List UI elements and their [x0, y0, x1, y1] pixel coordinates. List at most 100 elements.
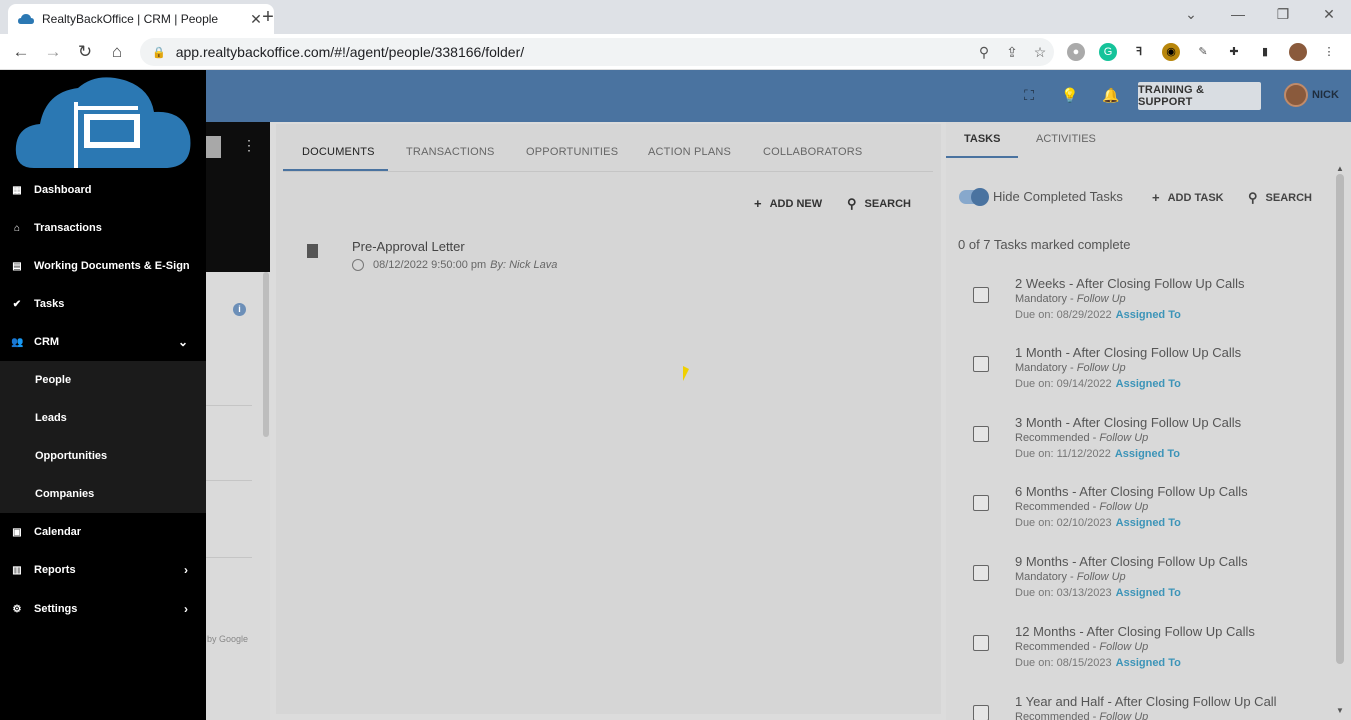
sidebar-item-tasks[interactable]: ✔ Tasks	[0, 285, 206, 323]
tab-transactions[interactable]: TRANSACTIONS	[406, 146, 495, 158]
task-item: 1 Year and Half - After Closing Follow U…	[946, 694, 1336, 720]
sidebar-item-label: Calendar	[34, 526, 82, 538]
more-options-icon[interactable]: ⋮	[242, 137, 256, 154]
app-header: ⛶ 💡 🔔 TRAINING & SUPPORT NICK	[206, 70, 1351, 122]
extension-shield-icon[interactable]: ●	[1067, 43, 1085, 61]
task-due: Due on: 09/14/2022 Assigned To	[1015, 378, 1181, 390]
assigned-to-link[interactable]: Assigned To	[1116, 517, 1181, 529]
side-panel-icon[interactable]: ▮	[1256, 43, 1274, 61]
profile-avatar-icon[interactable]	[1289, 43, 1307, 61]
active-tab-indicator	[283, 169, 388, 171]
add-task-button[interactable]: + ADD TASK	[1152, 190, 1224, 205]
user-avatar[interactable]	[1284, 83, 1308, 107]
reload-icon[interactable]: ↻	[74, 41, 96, 63]
gear-icon: ⚙	[12, 603, 22, 615]
scrollbar[interactable]	[263, 272, 269, 437]
share-icon[interactable]: ⇪	[998, 44, 1026, 61]
lightbulb-icon[interactable]: 💡	[1061, 87, 1079, 104]
url-text[interactable]: app.realtybackoffice.com/#!/agent/people…	[176, 44, 970, 60]
document-title[interactable]: Pre-Approval Letter	[352, 239, 465, 254]
sidebar-item-settings[interactable]: ⚙ Settings ›	[0, 590, 206, 628]
search-button[interactable]: ⚲ SEARCH	[847, 196, 911, 212]
task-checkbox[interactable]	[973, 635, 989, 651]
task-checkbox[interactable]	[973, 565, 989, 581]
sidebar-item-working-documents[interactable]: ▤ Working Documents & E-Sign	[0, 247, 206, 285]
assigned-to-link[interactable]: Assigned To	[1116, 378, 1181, 390]
search-label: SEARCH	[1265, 192, 1312, 204]
sidebar-item-reports[interactable]: ▥ Reports ›	[0, 551, 206, 589]
submenu-item-opportunities[interactable]: Opportunities	[35, 450, 107, 462]
assigned-to-link[interactable]: Assigned To	[1116, 657, 1181, 669]
new-tab-icon[interactable]: +	[258, 6, 278, 29]
extension-f-icon[interactable]: ꟻ	[1130, 43, 1148, 61]
task-item: 2 Weeks - After Closing Follow Up Calls …	[946, 276, 1336, 336]
task-title[interactable]: 3 Month - After Closing Follow Up Calls	[1015, 415, 1241, 430]
notification-bell-icon[interactable]: 🔔	[1102, 87, 1120, 104]
sidebar-item-dashboard[interactable]: ▦ Dashboard	[0, 171, 206, 209]
task-checkbox[interactable]	[973, 356, 989, 372]
dashboard-icon: ▦	[12, 184, 22, 196]
tasks-scrollbar[interactable]	[1336, 174, 1344, 664]
extensions-puzzle-icon[interactable]: ✚	[1225, 43, 1243, 61]
task-title[interactable]: 12 Months - After Closing Follow Up Call…	[1015, 624, 1255, 639]
task-item: 9 Months - After Closing Follow Up Calls…	[946, 554, 1336, 614]
back-icon[interactable]: ←	[10, 41, 32, 63]
realtybackoffice-logo[interactable]	[14, 72, 192, 172]
submenu-item-leads[interactable]: Leads	[35, 412, 67, 424]
extension-badge-icon[interactable]: ◉	[1162, 43, 1180, 61]
info-icon[interactable]: i	[233, 303, 246, 316]
add-new-button[interactable]: + ADD NEW	[754, 196, 822, 211]
tasks-complete-count: 0 of 7 Tasks marked complete	[958, 237, 1131, 252]
home-icon: ⌂	[13, 222, 21, 234]
tab-collaborators[interactable]: COLLABORATORS	[763, 146, 862, 158]
task-checkbox[interactable]	[973, 705, 989, 720]
close-window-icon[interactable]: ✕	[1319, 6, 1339, 23]
scroll-down-icon[interactable]: ▼	[1336, 706, 1344, 715]
task-title[interactable]: 2 Weeks - After Closing Follow Up Calls	[1015, 276, 1245, 291]
training-support-button[interactable]: TRAINING & SUPPORT	[1138, 82, 1261, 110]
scroll-up-icon[interactable]: ▲	[1336, 164, 1344, 173]
task-title[interactable]: 1 Month - After Closing Follow Up Calls	[1015, 345, 1241, 360]
browser-tab[interactable]: RealtyBackOffice | CRM | People ✕	[8, 4, 274, 34]
zoom-icon[interactable]: ⚲	[970, 44, 998, 61]
task-title[interactable]: 1 Year and Half - After Closing Follow U…	[1015, 694, 1277, 709]
task-checkbox[interactable]	[973, 287, 989, 303]
tab-activities[interactable]: ACTIVITIES	[1036, 133, 1096, 145]
extension-pen-icon[interactable]: ✎	[1194, 43, 1212, 61]
fullscreen-icon[interactable]: ⛶	[1020, 87, 1038, 104]
lock-icon[interactable]: 🔒	[152, 46, 166, 59]
sidebar-item-label: Settings	[34, 603, 78, 615]
sidebar-item-transactions[interactable]: ⌂ Transactions	[0, 209, 206, 247]
tab-action-plans[interactable]: ACTION PLANS	[648, 146, 731, 158]
sidebar-item-crm[interactable]: 👥 CRM ⌄	[0, 323, 206, 361]
tab-opportunities[interactable]: OPPORTUNITIES	[526, 146, 618, 158]
task-checkbox[interactable]	[973, 495, 989, 511]
task-checkbox[interactable]	[973, 426, 989, 442]
checkmarks-icon: ✔	[12, 298, 22, 310]
task-title[interactable]: 6 Months - After Closing Follow Up Calls	[1015, 484, 1248, 499]
assigned-to-link[interactable]: Assigned To	[1115, 448, 1180, 460]
grammarly-icon[interactable]: G	[1099, 43, 1117, 61]
chevron-right-icon: ›	[184, 563, 188, 577]
home-icon[interactable]: ⌂	[106, 41, 128, 63]
tab-tasks[interactable]: TASKS	[964, 133, 1000, 145]
minimize-icon[interactable]: —	[1228, 6, 1248, 22]
restore-icon[interactable]: ❐	[1273, 6, 1293, 23]
tab-search-icon[interactable]: ⌄	[1181, 6, 1201, 23]
task-search-button[interactable]: ⚲ SEARCH	[1248, 190, 1312, 206]
user-name[interactable]: NICK	[1312, 89, 1339, 101]
bookmark-star-icon[interactable]: ☆	[1026, 44, 1054, 61]
forward-icon[interactable]: →	[42, 41, 64, 63]
task-type: Mandatory - Follow Up	[1015, 571, 1126, 583]
address-bar[interactable]: 🔒 app.realtybackoffice.com/#!/agent/peop…	[140, 38, 1054, 66]
assigned-to-link[interactable]: Assigned To	[1116, 587, 1181, 599]
add-new-label: ADD NEW	[769, 197, 823, 210]
submenu-item-companies[interactable]: Companies	[35, 488, 94, 500]
hide-completed-toggle[interactable]	[959, 188, 989, 206]
task-title[interactable]: 9 Months - After Closing Follow Up Calls	[1015, 554, 1248, 569]
assigned-to-link[interactable]: Assigned To	[1116, 309, 1181, 321]
tab-documents[interactable]: DOCUMENTS	[302, 146, 375, 158]
sidebar-item-calendar[interactable]: ▣ Calendar	[0, 513, 206, 551]
chrome-menu-icon[interactable]: ⋮	[1320, 43, 1338, 61]
submenu-item-people[interactable]: People	[35, 374, 71, 386]
